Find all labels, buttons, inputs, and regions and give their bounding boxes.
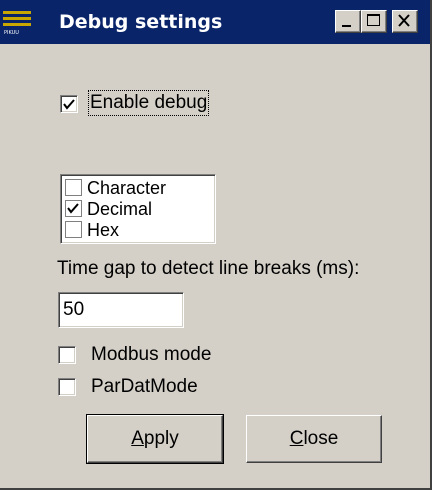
enable-debug-label: Enable debug xyxy=(87,90,210,116)
list-item-character[interactable]: Character xyxy=(65,177,205,199)
pardat-mode-checkbox[interactable] xyxy=(58,378,76,396)
modbus-mode-checkbox-row[interactable]: Modbus mode xyxy=(58,344,228,368)
maximize-icon xyxy=(367,14,380,26)
pardat-mode-checkbox-row[interactable]: ParDatMode xyxy=(58,376,228,400)
close-button[interactable]: Close xyxy=(246,415,382,463)
list-item-hex[interactable]: Hex xyxy=(65,219,205,241)
close-mnemonic: C xyxy=(289,428,304,449)
hex-checkbox[interactable] xyxy=(65,221,82,238)
apply-button[interactable]: Apply xyxy=(86,414,224,464)
pardat-mode-label: ParDatMode xyxy=(91,376,198,397)
format-listbox[interactable]: Character Decimal Hex xyxy=(60,174,216,244)
time-gap-label: Time gap to detect line breaks (ms): xyxy=(57,258,360,279)
character-label: Character xyxy=(87,178,167,198)
character-checkbox[interactable] xyxy=(65,179,82,196)
modbus-mode-label: Modbus mode xyxy=(91,344,212,365)
window-title: Debug settings xyxy=(59,11,223,33)
enable-debug-checkbox-row[interactable]: Enable debug xyxy=(60,90,230,116)
checkmark-icon xyxy=(63,99,75,110)
list-item-decimal[interactable]: Decimal xyxy=(65,198,205,220)
apply-label-rest: pply xyxy=(143,428,179,449)
close-label-rest: lose xyxy=(303,428,339,449)
time-gap-input[interactable] xyxy=(58,292,184,328)
pikuu-app-icon: PIKUU xyxy=(3,8,31,36)
decimal-checkbox[interactable] xyxy=(65,200,82,217)
app-icon-text: PIKUU xyxy=(4,30,19,36)
close-icon xyxy=(398,14,410,27)
minimize-button[interactable] xyxy=(335,10,361,33)
debug-settings-dialog: PIKUU Debug settings Enable debug Charac… xyxy=(0,0,432,490)
enable-debug-checkbox[interactable] xyxy=(60,95,78,113)
apply-mnemonic: A xyxy=(131,428,144,449)
checkmark-icon xyxy=(67,203,79,214)
close-window-button[interactable] xyxy=(392,10,418,33)
hex-label: Hex xyxy=(87,220,120,240)
title-bar[interactable]: PIKUU Debug settings xyxy=(0,0,430,44)
modbus-mode-checkbox[interactable] xyxy=(58,346,76,364)
maximize-button[interactable] xyxy=(361,10,387,33)
decimal-label: Decimal xyxy=(87,199,153,219)
minimize-icon xyxy=(342,25,351,27)
